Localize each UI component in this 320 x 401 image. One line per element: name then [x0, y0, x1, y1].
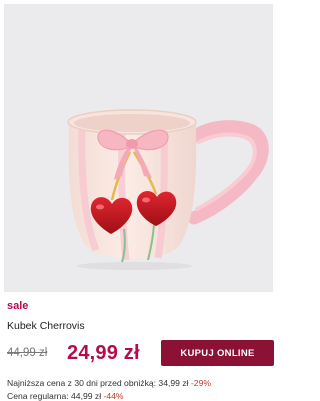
product-card: sale Kubek Cherrovis 44,99 zł 24,99 zł K… [0, 0, 277, 401]
mug-illustration [67, 109, 269, 270]
lowest-price-text: Najniższa cena z 30 dni przed obniżką: 3… [7, 378, 189, 388]
product-image[interactable] [4, 4, 273, 292]
old-price: 44,99 zł [7, 347, 48, 359]
lowest-price-info: Najniższa cena z 30 dni przed obniżką: 3… [7, 378, 211, 388]
lowest-price-discount: -29% [190, 378, 211, 388]
sale-badge: sale [7, 300, 29, 312]
buy-online-button[interactable]: KUPUJ ONLINE [161, 340, 274, 366]
current-price: 24,99 zł [67, 342, 140, 364]
product-title[interactable]: Kubek Cherrovis [7, 320, 85, 332]
